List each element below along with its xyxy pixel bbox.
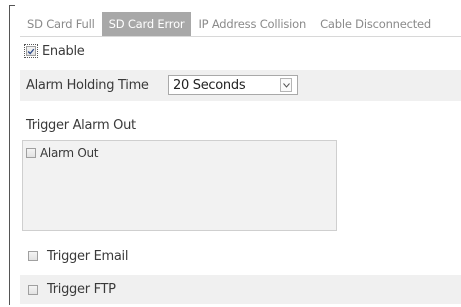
trigger-ftp-checkbox[interactable]	[28, 284, 38, 295]
alarm-out-item: Alarm Out	[26, 146, 98, 160]
alarm-holding-time-row: Alarm Holding Time 20 Seconds	[20, 70, 461, 101]
alarm-out-label: Alarm Out	[40, 146, 99, 160]
exception-alarm-panel: SD Card Full SD Card Error IP Address Co…	[20, 12, 461, 307]
trigger-ftp-row: Trigger FTP	[20, 275, 461, 304]
chevron-down-icon[interactable]	[280, 78, 292, 92]
alarm-holding-time-value: 20 Seconds	[173, 77, 246, 93]
enable-label: Enable	[42, 43, 85, 59]
enable-focus-ring	[24, 44, 38, 58]
check-icon	[27, 48, 35, 54]
frame-border	[9, 5, 15, 305]
trigger-alarm-out-label: Trigger Alarm Out	[26, 117, 136, 133]
trigger-email-label: Trigger Email	[47, 248, 129, 264]
tab-sd-card-error[interactable]: SD Card Error	[101, 12, 192, 36]
tab-cable-disconnected[interactable]: Cable Disconnected	[313, 12, 438, 36]
alarm-out-list: Alarm Out	[22, 140, 337, 231]
alarm-holding-time-select[interactable]: 20 Seconds	[168, 75, 298, 95]
alarm-out-checkbox[interactable]	[26, 148, 36, 158]
tab-ip-address-collision[interactable]: IP Address Collision	[191, 12, 313, 36]
enable-row: Enable	[20, 40, 461, 62]
tab-sd-card-full[interactable]: SD Card Full	[20, 12, 102, 36]
enable-checkbox[interactable]	[26, 46, 36, 56]
trigger-email-checkbox[interactable]	[28, 251, 38, 261]
trigger-alarm-out-row: Trigger Alarm Out	[20, 114, 461, 136]
alarm-settings-frame: SD Card Full SD Card Error IP Address Co…	[0, 0, 461, 307]
trigger-email-row: Trigger Email	[20, 245, 461, 267]
trigger-ftp-label: Trigger FTP	[47, 282, 116, 297]
tab-bar: SD Card Full SD Card Error IP Address Co…	[20, 12, 461, 37]
alarm-holding-time-label: Alarm Holding Time	[26, 78, 149, 93]
